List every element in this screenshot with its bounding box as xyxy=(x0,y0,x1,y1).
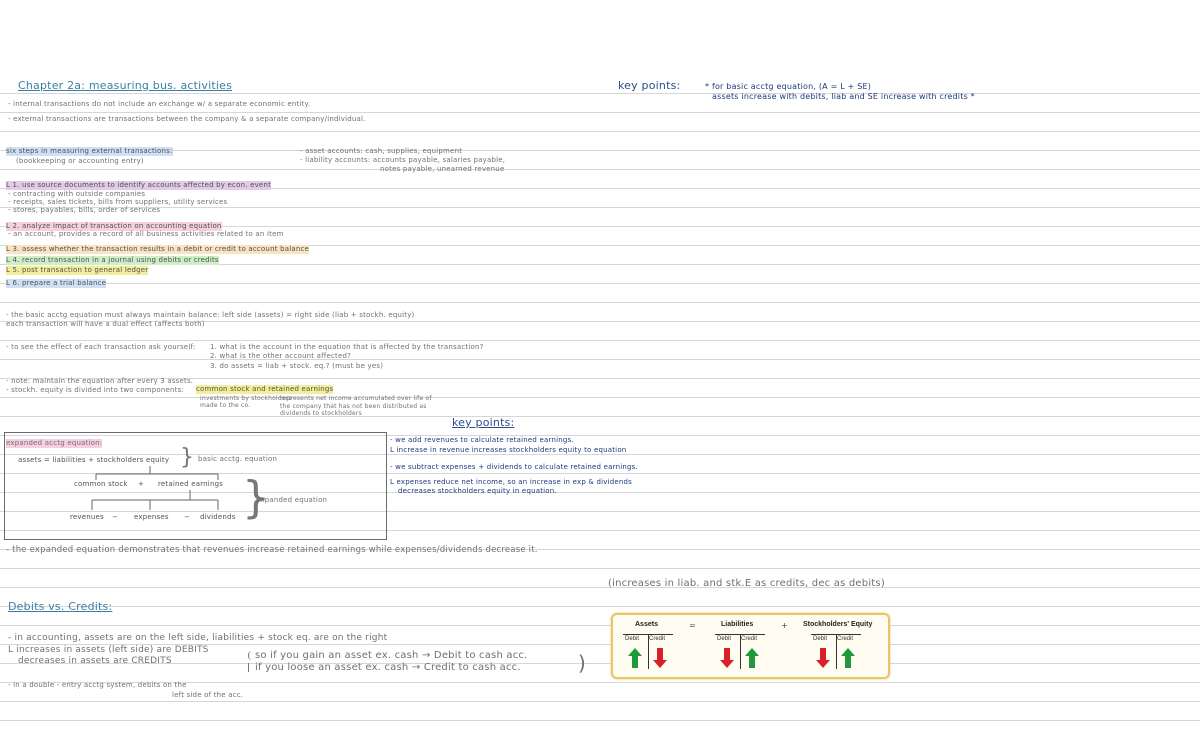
step-6: L 6. prepare a trial balance xyxy=(6,279,107,288)
expanded-revenues: revenues xyxy=(70,513,104,521)
key-points-line-1: * for basic acctg equation, (A = L + SE) xyxy=(705,82,872,91)
key-points-label: key points: xyxy=(618,79,681,92)
dc-line-3: decreases in assets are CREDITS xyxy=(18,656,172,666)
step-3: L 3. assess whether the transaction resu… xyxy=(6,245,310,254)
liability-accounts-cont: notes payable, unearned revenue xyxy=(380,165,505,173)
step-5: L 5. post transaction to general ledger xyxy=(6,266,149,275)
step-1: L 1. use source documents to identify ac… xyxy=(6,181,272,190)
expanded-retained-earnings: retained earnings xyxy=(158,480,224,488)
expanded-minus-2: − xyxy=(184,513,191,521)
expanded-plus: + xyxy=(138,480,145,488)
key-points-2-a: - we add revenues to calculate retained … xyxy=(390,436,574,444)
figure-liabilities-credit: Credit xyxy=(741,636,758,642)
up-icon xyxy=(628,648,642,668)
key-points-2-label: key points: xyxy=(452,416,515,429)
note-internal: - internal transactions do not include a… xyxy=(8,100,311,108)
dc-line-6: - in a double - entry acctg system, debi… xyxy=(8,681,187,689)
effect-question: - to see the effect of each transaction … xyxy=(6,343,196,351)
dc-paren-close: ) xyxy=(578,651,587,675)
increases-note: (increases in liab. and stk.E as credits… xyxy=(608,578,885,589)
dc-line-1: - in accounting, assets are on the left … xyxy=(8,633,388,643)
figure-assets-header: Assets xyxy=(635,621,658,628)
expanded-title: expanded acctg equation: xyxy=(6,439,103,448)
figure-plus: + xyxy=(781,621,788,630)
basic-equation-note-b: each transaction will have a dual effect… xyxy=(6,320,205,328)
step-2-a: - an account, provides a record of all b… xyxy=(8,230,284,238)
debit-credit-figure: Assets = Liabilities + Stockholders' Equ… xyxy=(611,613,890,679)
debits-title: Debits vs. Credits: xyxy=(8,600,113,613)
figure-se-credit: Credit xyxy=(837,636,854,642)
key-points-2-d: L expenses reduce net income, so an incr… xyxy=(390,478,633,486)
question-2: 2. what is the other account affected? xyxy=(210,352,352,360)
key-points-2-c: - we subtract expenses + dividends to ca… xyxy=(390,463,638,471)
expanded-basic-label: basic acctg. equation xyxy=(198,455,278,463)
figure-equals: = xyxy=(689,621,696,630)
key-points-line-2: assets increase with debits, liab and SE… xyxy=(712,92,975,101)
dc-line-5: if you loose an asset ex. cash → Credit … xyxy=(248,663,521,673)
liability-accounts: - liability accounts: accounts payable, … xyxy=(300,156,506,164)
question-3: 3. do assets = liab + stock. eq.? (must … xyxy=(210,362,384,370)
expanded-label: expanded equation xyxy=(256,496,328,504)
up-icon xyxy=(841,648,855,668)
figure-se-header: Stockholders' Equity xyxy=(803,621,873,628)
figure-assets-debit: Debit xyxy=(625,636,640,642)
expanded-expenses: expenses xyxy=(134,513,169,521)
dc-line-7: left side of the acc. xyxy=(172,691,244,699)
step-4: L 4. record transaction in a journal usi… xyxy=(6,256,219,265)
dc-line-4: so if you gain an asset ex. cash → Debit… xyxy=(248,651,527,661)
dc-line-2: L increases in assets (left side) are DE… xyxy=(8,645,209,655)
six-steps-heading: six steps in measuring external transact… xyxy=(6,147,173,156)
note-external: - external transactions are transactions… xyxy=(8,115,366,123)
figure-liabilities-debit: Debit xyxy=(717,636,732,642)
three-parts-note: - note: maintain the equation after ever… xyxy=(6,377,194,385)
down-icon xyxy=(816,648,830,668)
expanded-row-1: assets = liabilities + stockholders equi… xyxy=(18,456,170,464)
key-points-2-b: L increase in revenue increases stockhol… xyxy=(390,446,627,454)
page-title: Chapter 2a: measuring bus. activities xyxy=(18,79,233,92)
figure-liabilities-header: Liabilities xyxy=(721,621,754,628)
expanded-minus-1: − xyxy=(112,513,119,521)
re-note-c: dividends to stockholders xyxy=(280,410,362,417)
question-1: 1. what is the account in the equation t… xyxy=(210,343,484,351)
down-icon xyxy=(653,648,667,668)
common-stock-retained: common stock and retained earnings xyxy=(196,385,334,394)
summary-note: - the expanded equation demonstrates tha… xyxy=(6,545,538,555)
figure-assets-credit: Credit xyxy=(649,636,666,642)
down-icon xyxy=(720,648,734,668)
expanded-common-stock: common stock xyxy=(74,480,128,488)
six-steps-sub: (bookkeeping or accounting entry) xyxy=(16,157,144,165)
step-1-c: - stores, payables, bills, order of serv… xyxy=(8,206,161,214)
basic-equation-note: - the basic acctg equation must always m… xyxy=(6,311,415,319)
figure-se-debit: Debit xyxy=(813,636,828,642)
asset-accounts: - asset accounts: cash, supplies, equipm… xyxy=(300,147,463,155)
cs-note-b: made to the co. xyxy=(200,402,251,409)
brace-basic: } xyxy=(180,445,194,470)
up-icon xyxy=(745,648,759,668)
split-note: - stockh. equity is divided into two com… xyxy=(6,386,184,394)
expanded-dividends: dividends xyxy=(200,513,236,521)
key-points-2-e: decreases stockholders equity in equatio… xyxy=(398,487,557,495)
